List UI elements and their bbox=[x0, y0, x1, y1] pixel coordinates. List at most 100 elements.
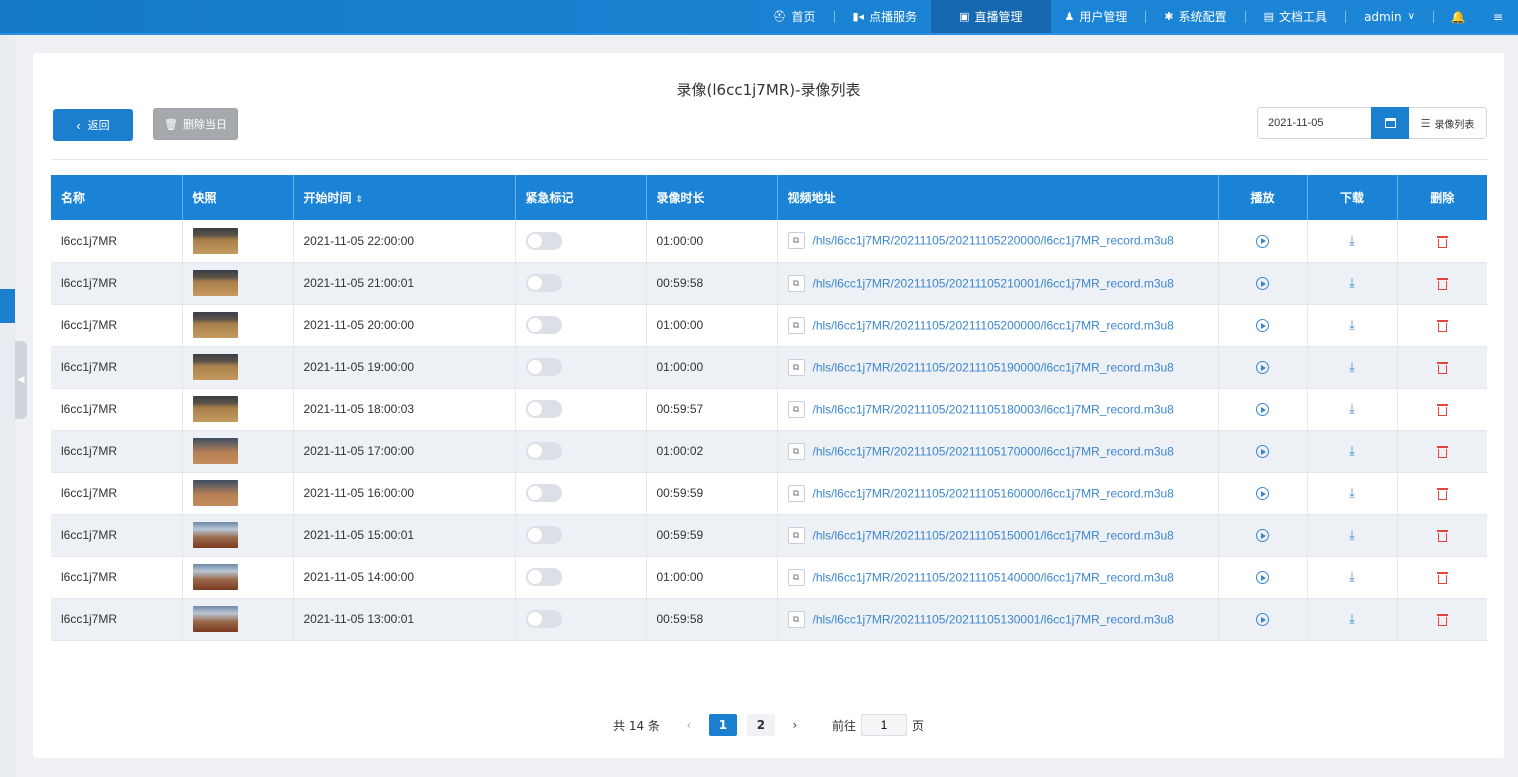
cell-duration: 01:00:00 bbox=[646, 304, 778, 347]
play-icon[interactable] bbox=[1256, 277, 1269, 291]
play-icon[interactable] bbox=[1256, 319, 1269, 333]
nav-item-settings[interactable]: ✱ 系统配置 bbox=[1150, 0, 1240, 33]
copy-icon[interactable]: ⧉ bbox=[787, 316, 805, 334]
delete-icon[interactable] bbox=[1436, 403, 1448, 417]
urgent-toggle[interactable] bbox=[525, 400, 562, 418]
download-icon[interactable]: ⤓ bbox=[1349, 443, 1355, 459]
delete-icon[interactable] bbox=[1436, 487, 1448, 501]
play-icon[interactable] bbox=[1256, 613, 1269, 627]
download-icon[interactable]: ⤓ bbox=[1349, 611, 1355, 627]
nav-item-users[interactable]: ♟ 用户管理 bbox=[1051, 0, 1142, 33]
snapshot-thumbnail[interactable] bbox=[192, 564, 238, 590]
copy-icon[interactable]: ⧉ bbox=[787, 274, 805, 292]
page-button-2[interactable]: 2 bbox=[746, 714, 775, 736]
download-icon[interactable]: ⤓ bbox=[1349, 401, 1355, 417]
video-url-link[interactable]: /hls/l6cc1j7MR/20211105/20211105210001/l… bbox=[813, 276, 1174, 290]
urgent-toggle[interactable] bbox=[525, 358, 562, 376]
play-icon[interactable] bbox=[1256, 403, 1269, 417]
cell-urgent bbox=[515, 556, 647, 599]
urgent-toggle[interactable] bbox=[525, 568, 562, 586]
play-icon[interactable] bbox=[1256, 571, 1269, 585]
video-url-link[interactable]: /hls/l6cc1j7MR/20211105/20211105220000/l… bbox=[813, 234, 1174, 248]
nav-item-home[interactable]: ⛑ 首页 bbox=[759, 0, 830, 33]
cell-name: l6cc1j7MR bbox=[51, 430, 183, 473]
nav-item-docs[interactable]: ▤ 文档工具 bbox=[1250, 0, 1341, 33]
video-url-link[interactable]: /hls/l6cc1j7MR/20211105/20211105180003/l… bbox=[813, 402, 1174, 416]
nav-item-live[interactable]: ▣ 直播管理 bbox=[931, 0, 1051, 33]
delete-icon[interactable] bbox=[1436, 319, 1448, 333]
urgent-toggle[interactable] bbox=[525, 442, 562, 460]
download-icon[interactable]: ⤓ bbox=[1349, 485, 1355, 501]
urgent-toggle[interactable] bbox=[525, 484, 562, 502]
nav-items: ⛑ 首页 ▮◂ 点播服务 ▣ 直播管理 ♟ 用户管理 ✱ 系统配置 ▤ 文档工具… bbox=[759, 0, 1518, 33]
col-header-start-time[interactable]: 开始时间 ⇕ bbox=[293, 175, 516, 220]
snapshot-thumbnail[interactable] bbox=[192, 354, 238, 380]
video-url-link[interactable]: /hls/l6cc1j7MR/20211105/20211105190000/l… bbox=[813, 360, 1174, 374]
sort-icon[interactable]: ⇕ bbox=[356, 195, 364, 205]
copy-icon[interactable]: ⧉ bbox=[787, 484, 805, 502]
video-url-link[interactable]: /hls/l6cc1j7MR/20211105/20211105130001/l… bbox=[813, 612, 1174, 626]
delete-icon[interactable] bbox=[1436, 235, 1448, 248]
prev-page-button[interactable]: ‹ bbox=[678, 718, 700, 732]
back-button[interactable]: ‹ 返回 bbox=[53, 109, 133, 141]
copy-icon[interactable]: ⧉ bbox=[787, 526, 805, 544]
snapshot-thumbnail[interactable] bbox=[192, 438, 238, 464]
cell-play bbox=[1218, 430, 1308, 473]
urgent-toggle[interactable] bbox=[525, 231, 562, 250]
delete-day-button[interactable]: 🗑 删除当日 bbox=[153, 108, 238, 140]
snapshot-thumbnail[interactable] bbox=[192, 312, 238, 338]
play-icon[interactable] bbox=[1256, 529, 1269, 543]
video-url-link[interactable]: /hls/l6cc1j7MR/20211105/20211105150001/l… bbox=[813, 528, 1174, 542]
play-icon[interactable] bbox=[1256, 234, 1269, 248]
play-icon[interactable] bbox=[1256, 361, 1269, 375]
nav-item-vod[interactable]: ▮◂ 点播服务 bbox=[839, 0, 932, 33]
cell-delete bbox=[1397, 472, 1487, 515]
delete-icon[interactable] bbox=[1436, 445, 1448, 459]
download-icon[interactable]: ⤓ bbox=[1349, 317, 1355, 333]
download-icon[interactable]: ⤓ bbox=[1349, 359, 1355, 375]
calendar-button[interactable] bbox=[1371, 107, 1409, 139]
snapshot-thumbnail[interactable] bbox=[192, 396, 238, 422]
video-url-link[interactable]: /hls/l6cc1j7MR/20211105/20211105140000/l… bbox=[813, 570, 1174, 584]
delete-icon[interactable] bbox=[1436, 277, 1448, 291]
snapshot-thumbnail[interactable] bbox=[192, 227, 238, 254]
copy-icon[interactable]: ⧉ bbox=[787, 358, 805, 376]
copy-icon[interactable]: ⧉ bbox=[787, 442, 805, 460]
video-url-link[interactable]: /hls/l6cc1j7MR/20211105/20211105200000/l… bbox=[813, 318, 1174, 332]
bell-icon[interactable]: 🔔 bbox=[1438, 0, 1478, 33]
delete-icon[interactable] bbox=[1436, 613, 1448, 627]
copy-icon[interactable]: ⧉ bbox=[787, 568, 805, 586]
cell-urgent bbox=[515, 262, 647, 305]
snapshot-thumbnail[interactable] bbox=[192, 480, 238, 506]
record-list-button[interactable]: ☰ 录像列表 bbox=[1409, 107, 1487, 139]
copy-icon[interactable]: ⧉ bbox=[787, 400, 805, 418]
download-icon[interactable]: ⤓ bbox=[1349, 233, 1355, 249]
hamburger-menu-icon[interactable]: ≡ bbox=[1478, 0, 1518, 33]
play-icon[interactable] bbox=[1256, 487, 1269, 501]
date-input[interactable] bbox=[1257, 107, 1371, 139]
urgent-toggle[interactable] bbox=[525, 316, 562, 334]
delete-icon[interactable] bbox=[1436, 571, 1448, 585]
page-button-1[interactable]: 1 bbox=[708, 714, 737, 736]
next-page-button[interactable]: › bbox=[784, 718, 806, 732]
copy-icon[interactable]: ⧉ bbox=[787, 232, 805, 250]
video-url-link[interactable]: /hls/l6cc1j7MR/20211105/20211105170000/l… bbox=[813, 444, 1174, 458]
cell-start-time: 2021-11-05 21:00:01 bbox=[293, 262, 516, 305]
copy-icon[interactable]: ⧉ bbox=[787, 610, 805, 628]
download-icon[interactable]: ⤓ bbox=[1349, 275, 1355, 291]
download-icon[interactable]: ⤓ bbox=[1349, 527, 1355, 543]
urgent-toggle[interactable] bbox=[525, 610, 562, 628]
video-url-link[interactable]: /hls/l6cc1j7MR/20211105/20211105160000/l… bbox=[813, 486, 1174, 500]
snapshot-thumbnail[interactable] bbox=[192, 522, 238, 548]
snapshot-thumbnail[interactable] bbox=[192, 270, 238, 296]
goto-page-input[interactable] bbox=[860, 714, 907, 736]
delete-icon[interactable] bbox=[1436, 361, 1448, 375]
sidebar-toggle-handle[interactable]: ◀ bbox=[15, 341, 27, 419]
user-menu[interactable]: admin ∨ bbox=[1350, 0, 1429, 33]
play-icon[interactable] bbox=[1256, 445, 1269, 459]
snapshot-thumbnail[interactable] bbox=[192, 606, 238, 632]
urgent-toggle[interactable] bbox=[525, 526, 562, 544]
delete-icon[interactable] bbox=[1436, 529, 1448, 543]
urgent-toggle[interactable] bbox=[525, 274, 562, 292]
download-icon[interactable]: ⤓ bbox=[1349, 569, 1355, 585]
